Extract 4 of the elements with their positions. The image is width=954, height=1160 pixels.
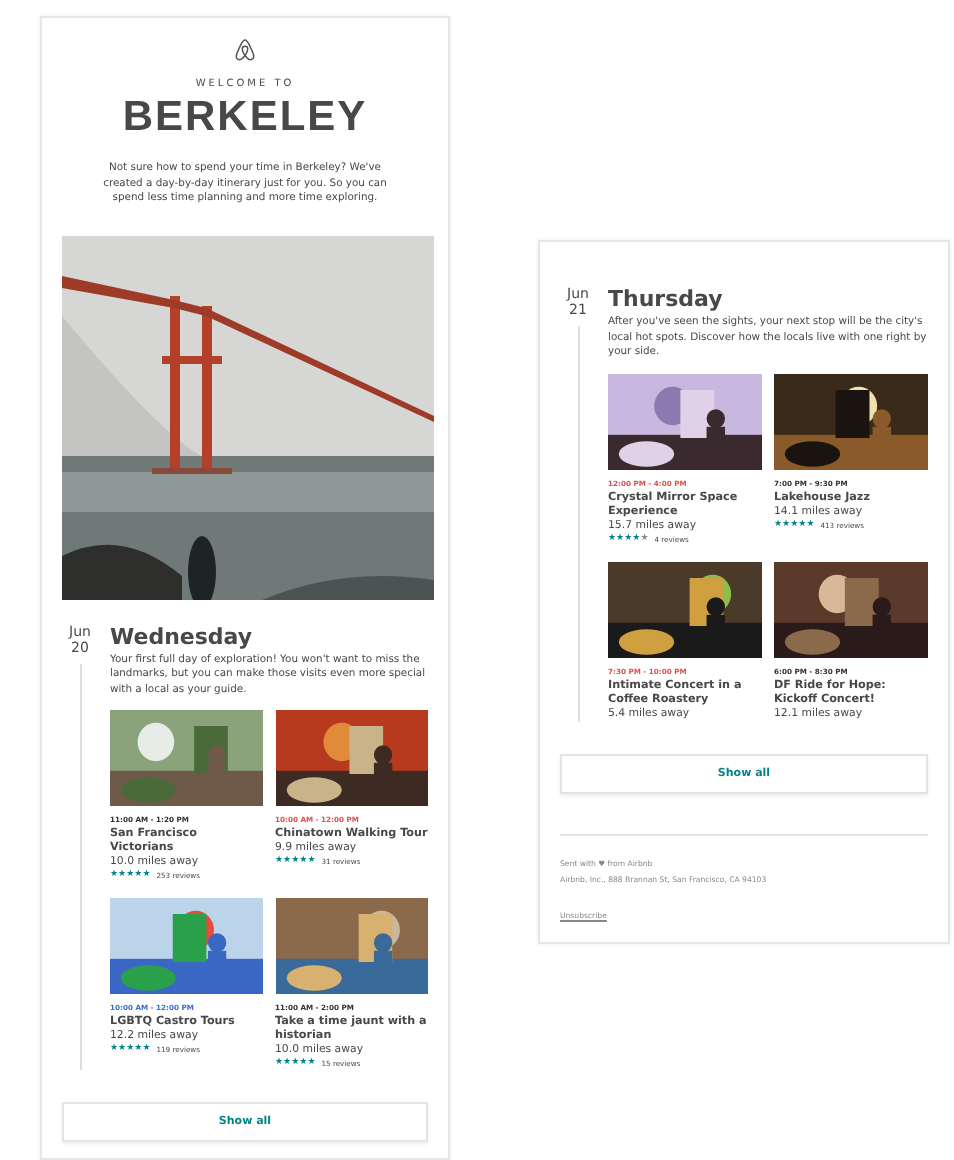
day-heading: Thursday bbox=[608, 286, 725, 312]
logo-icon bbox=[234, 38, 256, 62]
day-heading: Wednesday bbox=[110, 623, 255, 649]
city-heading: BERKELEY bbox=[122, 94, 368, 142]
